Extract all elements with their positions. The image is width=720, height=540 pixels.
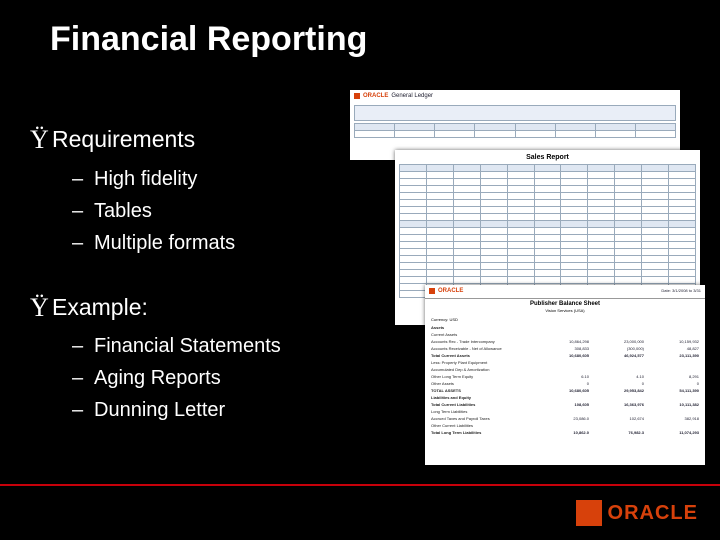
balance-sheet-rows: AssetsCurrent AssetsAccounts Rec - Trade… [425, 325, 705, 437]
table-row: Assets [425, 325, 705, 332]
slide: Financial Reporting ŸRequirements –High … [0, 0, 720, 540]
table-row: Accounts Receivable - Net of Allowance30… [425, 346, 705, 353]
table-row: Long Term Liabilities [425, 409, 705, 416]
bullet-requirements-label: Requirements [52, 126, 195, 152]
table-row: Accumulated Dep & Amortization [425, 367, 705, 374]
sub-item: –Multiple formats [72, 229, 281, 258]
table-row: Total Long Term Liabilities10,862.076,98… [425, 430, 705, 437]
footer: ORACLE [0, 484, 720, 540]
table-row: Accrued Taxes and Payroll Taxes23,086.01… [425, 416, 705, 423]
table-row: Total Current Assets10,680,60546,924,577… [425, 353, 705, 360]
table-row: Accounts Rec - Trade Intercompany10,864,… [425, 339, 705, 346]
table-row: Other Current Liabilities [425, 423, 705, 430]
content-body: ŸRequirements –High fidelity –Tables –Mu… [30, 115, 281, 428]
bullet-example: ŸExample: [30, 289, 281, 327]
bullet-example-label: Example: [52, 294, 148, 320]
table-row: Other Long Term Equity6.104.108,291 [425, 374, 705, 381]
table-row: Less: Property Plant Equipment [425, 360, 705, 367]
table-row: Other Assets000 [425, 381, 705, 388]
oracle-icon [429, 288, 435, 294]
sub-item: –Tables [72, 197, 281, 226]
sub-item: –High fidelity [72, 165, 281, 194]
report-balance-sheet: ORACLEDate: 3/1/2008 to 3/31 Publisher B… [425, 285, 705, 465]
oracle-icon [354, 93, 360, 99]
sub-item: –Financial Statements [72, 332, 281, 361]
sub-item: –Dunning Letter [72, 396, 281, 425]
report-thumbnails: ORACLE General Ledger Sales Report [345, 90, 705, 460]
bullet-requirements: ŸRequirements [30, 121, 281, 159]
slide-title: Financial Reporting [50, 20, 367, 59]
oracle-logo: ORACLE [576, 500, 698, 526]
sales-report-title: Sales Report [395, 154, 700, 162]
sub-item: –Aging Reports [72, 364, 281, 393]
sales-table [399, 164, 696, 298]
table-row: Liabilities and Equity [425, 395, 705, 402]
table-row: Current Assets [425, 332, 705, 339]
table-row: Total Current Liabilities108,60516,363,9… [425, 402, 705, 409]
oracle-icon [576, 500, 602, 526]
table-row: TOTAL ASSETS10,680,60529,953,84254,111,3… [425, 388, 705, 395]
